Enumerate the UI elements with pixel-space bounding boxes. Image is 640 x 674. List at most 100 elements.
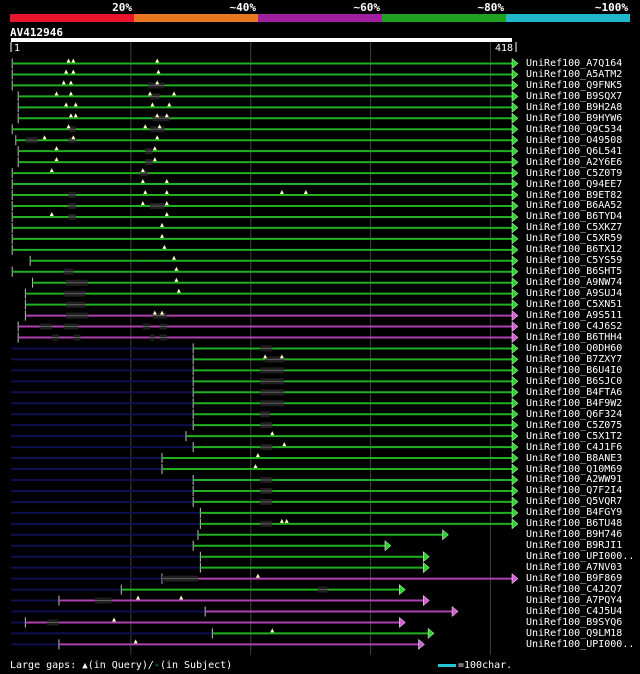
hit-name[interactable]: UniRef100_UPI000.. (526, 639, 634, 650)
hit-name[interactable]: UniRef100_C5Z075 (526, 420, 622, 431)
hit-row[interactable] (11, 244, 519, 256)
hit-row[interactable] (17, 156, 519, 168)
hit-name[interactable]: UniRef100_C4J6S2 (526, 321, 622, 332)
hit-name[interactable]: UniRef100_Q7F2I4 (526, 485, 622, 496)
hit-name[interactable]: UniRef100_C5Z0T9 (526, 168, 622, 179)
hit-row[interactable] (11, 463, 519, 475)
hit-row[interactable] (11, 485, 519, 497)
hit-row[interactable] (11, 551, 430, 563)
hit-row[interactable] (11, 452, 519, 464)
hit-name[interactable]: UniRef100_A7NV03 (526, 562, 622, 573)
hit-row[interactable] (11, 474, 519, 486)
hit-name[interactable]: UniRef100_A9NW74 (526, 277, 622, 288)
hit-name[interactable]: UniRef100_Q0DH60 (526, 343, 622, 354)
hit-row[interactable] (11, 79, 519, 91)
hit-row[interactable] (17, 331, 519, 344)
hit-row[interactable] (11, 342, 519, 354)
hit-row[interactable] (24, 299, 519, 311)
hit-name[interactable]: UniRef100_C5XN51 (526, 299, 622, 310)
hit-name[interactable]: UniRef100_Q9C534 (526, 124, 622, 135)
hit-row[interactable] (17, 90, 519, 102)
hit-name[interactable]: UniRef100_C4J5U4 (526, 606, 622, 617)
hit-name[interactable]: UniRef100_B4FGY9 (526, 507, 622, 518)
hit-name[interactable]: UniRef100_B9SQX7 (526, 91, 622, 102)
hit-row[interactable] (11, 419, 519, 431)
hit-row[interactable] (11, 540, 392, 552)
hit-tracks[interactable] (11, 57, 519, 650)
hit-name[interactable]: UniRef100_B6TYD4 (526, 211, 622, 222)
hit-name[interactable]: UniRef100_A2Y6E6 (526, 157, 622, 168)
hit-name[interactable]: UniRef100_Q6F324 (526, 409, 622, 420)
hit-row[interactable] (11, 496, 519, 508)
hit-row[interactable] (11, 616, 406, 628)
hit-row[interactable] (11, 189, 519, 201)
hit-name[interactable]: UniRef100_A7PQY4 (526, 595, 622, 606)
hit-name[interactable]: UniRef100_B6THH4 (526, 332, 622, 343)
hit-row[interactable] (11, 211, 519, 223)
hit-name[interactable]: UniRef100_B6TU48 (526, 518, 622, 529)
hit-row[interactable] (11, 57, 519, 70)
hit-row[interactable] (11, 375, 519, 387)
hit-name[interactable]: UniRef100_C4J1F6 (526, 442, 622, 453)
hit-name[interactable]: UniRef100_A9S511 (526, 310, 622, 321)
hit-name[interactable]: UniRef100_Q94EE7 (526, 179, 622, 190)
hit-name[interactable]: UniRef100_B4FTA6 (526, 387, 622, 398)
hit-row[interactable] (11, 584, 406, 596)
hit-row[interactable] (11, 266, 519, 278)
hit-name[interactable]: UniRef100_B9HYW6 (526, 113, 622, 124)
hit-name[interactable]: UniRef100_C5XKZ7 (526, 222, 622, 233)
hit-row[interactable] (11, 605, 459, 618)
hit-name[interactable]: UniRef100_B4F9W2 (526, 398, 622, 409)
hit-name[interactable]: UniRef100_Q5VQR7 (526, 496, 622, 507)
hit-row[interactable] (24, 288, 519, 300)
hit-name[interactable]: UniRef100_B6U4I0 (526, 365, 622, 376)
hit-row[interactable] (11, 441, 519, 453)
hit-row[interactable] (11, 178, 519, 190)
hit-name[interactable]: UniRef100_Q6L541 (526, 146, 622, 157)
hit-name[interactable]: UniRef100_UPI000.. (526, 551, 634, 562)
hit-row[interactable] (11, 200, 519, 212)
hit-name[interactable]: UniRef100_C5XR59 (526, 233, 622, 244)
hit-row[interactable] (17, 112, 519, 124)
hit-name[interactable]: UniRef100_Q10M69 (526, 464, 622, 475)
hit-row[interactable] (11, 222, 519, 234)
hit-name[interactable]: UniRef100_B6AA52 (526, 200, 622, 211)
hit-name[interactable]: UniRef100_B9SYQ6 (526, 617, 622, 628)
hit-name[interactable]: UniRef100_B6SJC0 (526, 376, 622, 387)
hit-row[interactable] (11, 123, 519, 135)
hit-row[interactable] (11, 386, 519, 398)
hit-name[interactable]: UniRef100_B7ZXY7 (526, 354, 622, 365)
hit-name[interactable]: UniRef100_A9SUJ4 (526, 288, 622, 299)
hit-row[interactable] (32, 277, 519, 289)
hit-row[interactable] (11, 167, 519, 179)
hit-name[interactable]: UniRef100_B6TX12 (526, 244, 622, 255)
hit-row[interactable] (11, 397, 519, 409)
hit-name[interactable]: UniRef100_B9H746 (526, 529, 622, 540)
hit-name[interactable]: UniRef100_B8ANE3 (526, 453, 622, 464)
hit-row[interactable] (29, 255, 519, 267)
hit-name[interactable]: UniRef100_A5ATM2 (526, 69, 622, 80)
hit-name[interactable]: UniRef100_B9ET82 (526, 190, 622, 201)
hit-name[interactable]: UniRef100_Q9LM18 (526, 628, 622, 639)
hit-row[interactable] (11, 408, 519, 420)
hit-row[interactable] (11, 638, 425, 650)
hit-row[interactable] (11, 573, 519, 585)
hit-row[interactable] (11, 507, 519, 519)
hit-row[interactable] (11, 529, 449, 541)
hit-row[interactable] (11, 364, 519, 376)
hit-row[interactable] (17, 145, 519, 157)
hit-name[interactable]: UniRef100_Q9FNK5 (526, 80, 622, 91)
hit-name[interactable]: UniRef100_B9RJI1 (526, 540, 622, 551)
hit-name[interactable]: UniRef100_A7Q164 (526, 58, 622, 69)
hit-row[interactable] (11, 595, 430, 607)
hit-name[interactable]: UniRef100_B6SHT5 (526, 266, 622, 277)
hit-row[interactable] (11, 518, 519, 530)
hit-row[interactable] (11, 562, 430, 574)
hit-name[interactable]: UniRef100_C5YS59 (526, 255, 622, 266)
hit-name[interactable]: UniRef100_O49508 (526, 135, 622, 146)
hit-row[interactable] (11, 68, 519, 80)
hit-name[interactable]: UniRef100_B9H2A8 (526, 102, 622, 113)
hit-row[interactable] (17, 101, 519, 113)
hit-row[interactable] (11, 233, 519, 245)
hit-row[interactable] (11, 430, 519, 442)
